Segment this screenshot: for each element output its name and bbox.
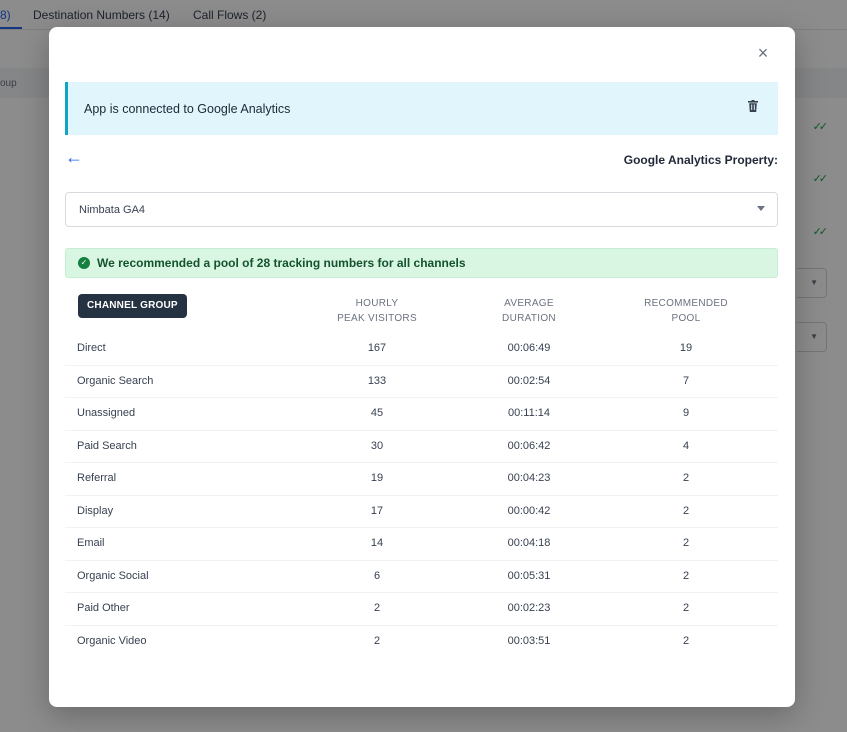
table-row: Display 17 00:00:42 2: [65, 496, 778, 528]
chevron-down-icon: [757, 206, 765, 211]
pool-cell: 2: [682, 602, 690, 614]
channel-cell: Organic Search: [77, 374, 154, 387]
visitors-cell: 45: [370, 407, 384, 419]
pool-cell: 2: [682, 569, 690, 582]
table-row: Paid Other 2 00:02:23 2: [65, 593, 778, 626]
arrow-left-icon[interactable]: ←: [65, 148, 85, 166]
table-row: Direct 167 00:06:49 19: [65, 333, 778, 366]
duration-cell: 00:00:42: [507, 504, 551, 517]
close-icon[interactable]: ×: [753, 43, 773, 63]
check-circle-icon: ✓: [78, 257, 90, 269]
channel-table: CHANNEL GROUP HOURLY PEAK VISITORS AVERA…: [65, 289, 778, 658]
channel-cell: Email: [77, 537, 105, 549]
pool-cell: 2: [682, 634, 690, 647]
channel-cell: Direct: [77, 342, 106, 354]
visitors-cell: 133: [367, 374, 387, 387]
pool-cell: 2: [682, 472, 690, 484]
table-row: Organic Social 6 00:05:31 2: [65, 561, 778, 593]
visitors-cell: 14: [370, 537, 384, 549]
duration-cell: 00:05:31: [507, 569, 551, 582]
table-row: Email 14 00:04:18 2: [65, 528, 778, 561]
duration-cell: 00:06:49: [507, 342, 551, 354]
google-analytics-modal: × App is connected to Google Analytics ←…: [49, 27, 795, 707]
table-header: CHANNEL GROUP HOURLY PEAK VISITORS AVERA…: [65, 289, 778, 333]
pool-cell: 9: [682, 407, 690, 419]
channel-cell: Paid Other: [77, 602, 130, 614]
duration-cell: 00:11:14: [507, 407, 550, 419]
pool-cell: 2: [682, 504, 690, 517]
pool-cell: 19: [679, 342, 693, 354]
channel-cell: Organic Social: [77, 569, 149, 582]
channel-cell: Paid Search: [77, 439, 137, 452]
channel-cell: Organic Video: [77, 634, 147, 647]
column-header-line: PEAK VISITORS: [337, 313, 417, 324]
channel-cell: Display: [77, 504, 114, 517]
table-row: Referral 19 00:04:23 2: [65, 463, 778, 496]
visitors-cell: 2: [373, 634, 381, 647]
column-header-line: HOURLY: [355, 298, 399, 309]
connection-alert: App is connected to Google Analytics: [65, 82, 778, 135]
pool-cell: 4: [682, 439, 690, 452]
visitors-cell: 167: [367, 342, 387, 354]
alert-text: App is connected to Google Analytics: [84, 101, 291, 116]
table-row: Unassigned 45 00:11:14 9: [65, 398, 778, 431]
table-row: Organic Search 133 00:02:54 7: [65, 366, 778, 398]
table-row: Organic Video 2 00:03:51 2: [65, 626, 778, 659]
column-header-line: AVERAGE: [504, 298, 554, 309]
recommendation-banner: ✓ We recommended a pool of 28 tracking n…: [65, 248, 778, 278]
table-row: Paid Search 30 00:06:42 4: [65, 431, 778, 463]
column-header-average-duration: AVERAGE DURATION: [479, 296, 579, 326]
recommendation-text: We recommended a pool of 28 tracking num…: [97, 256, 466, 270]
duration-cell: 00:06:42: [507, 439, 551, 452]
property-label: Google Analytics Property:: [623, 153, 778, 167]
visitors-cell: 2: [373, 602, 381, 614]
duration-cell: 00:02:54: [507, 374, 551, 387]
channel-cell: Referral: [77, 472, 117, 484]
pool-cell: 7: [682, 374, 690, 387]
column-header-line: RECOMMENDED: [644, 298, 728, 309]
pool-cell: 2: [682, 537, 690, 549]
column-header-line: POOL: [671, 313, 701, 324]
channel-cell: Unassigned: [77, 407, 136, 419]
visitors-cell: 6: [373, 569, 381, 582]
visitors-cell: 17: [370, 504, 384, 517]
table-body: Direct 167 00:06:49 19 Organic Search 133 00:0…: [65, 333, 778, 658]
property-select[interactable]: Nimbata GA4: [65, 192, 778, 227]
property-select-value: Nimbata GA4: [79, 203, 146, 216]
duration-cell: 00:04:23: [507, 472, 551, 484]
channel-group-chip[interactable]: CHANNEL GROUP: [78, 294, 187, 318]
duration-cell: 00:02:23: [507, 602, 551, 614]
visitors-cell: 30: [370, 439, 384, 452]
visitors-cell: 19: [370, 472, 384, 484]
column-header-recommended-pool: RECOMMENDED POOL: [636, 296, 736, 326]
column-header-line: DURATION: [502, 313, 556, 324]
column-header-hourly-peak-visitors: HOURLY PEAK VISITORS: [327, 296, 427, 326]
trash-icon[interactable]: [748, 100, 758, 112]
duration-cell: 00:04:18: [507, 537, 551, 549]
duration-cell: 00:03:51: [507, 634, 551, 647]
